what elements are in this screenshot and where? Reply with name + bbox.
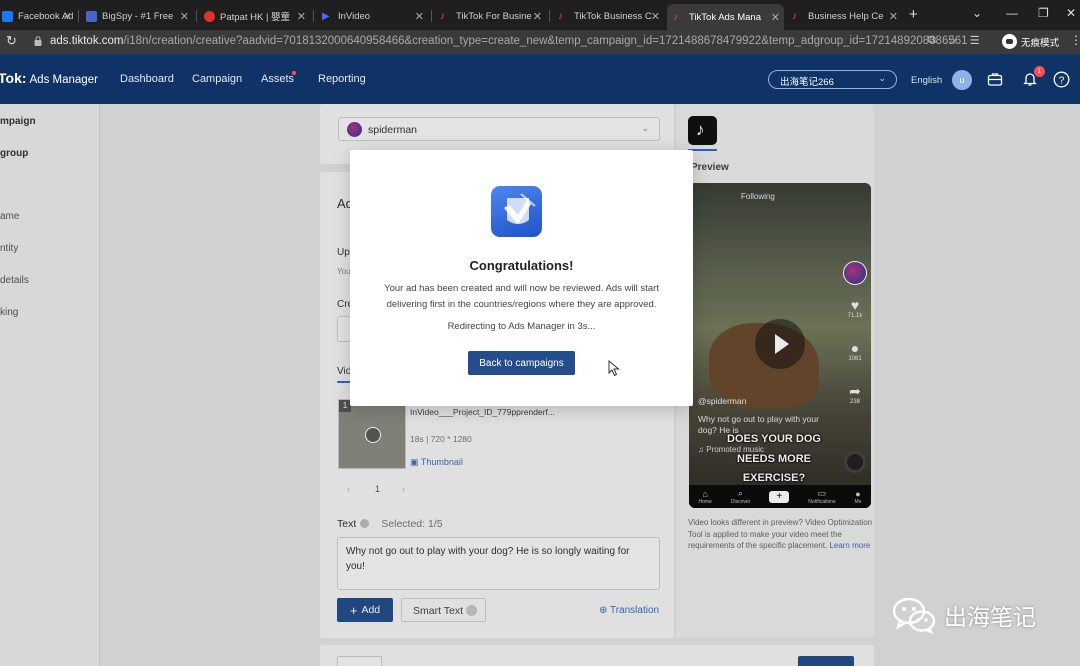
modal-title: Congratulations! — [469, 258, 574, 273]
new-tab-icon[interactable]: + — [909, 6, 918, 23]
help-icon[interactable]: ? — [1053, 71, 1070, 88]
close-icon[interactable]: ✕ — [297, 10, 306, 23]
translate-icon[interactable]: ⧉ — [928, 34, 936, 47]
tab-title: Business Help Ce — [808, 10, 884, 22]
tab-title: TikTok Business C — [574, 10, 652, 22]
nav-campaign[interactable]: Campaign — [192, 73, 242, 85]
modal-message: Your ad has been created and will now be… — [384, 283, 659, 310]
tiktok-icon: ♪ — [440, 10, 445, 22]
incognito-icon — [1002, 34, 1017, 49]
logo-subtitle: Ads Manager — [29, 74, 98, 86]
browser-tab-bar: Facebook Ad ✕ BigSpy - #1 Free ✕ Patpat … — [0, 0, 1080, 30]
tab-title: InVideo — [338, 10, 371, 22]
close-icon[interactable]: ✕ — [180, 10, 189, 23]
app-header: Tok: Ads Manager Dashboard Campaign Asset… — [0, 54, 1080, 104]
browser-tab[interactable]: Facebook Ad ✕ — [0, 5, 76, 27]
tiktok-icon: ♪ — [673, 11, 678, 23]
tab-title: Patpat HK | 嬰童 — [220, 12, 291, 23]
restore-icon[interactable]: ❐ — [1038, 6, 1049, 20]
close-icon[interactable]: ✕ — [415, 10, 424, 23]
url-host: ads.tiktok.com — [50, 35, 124, 47]
url-input[interactable]: ads.tiktok.com/i18n/creation/creative?aa… — [50, 35, 968, 47]
account-name: 出海笔记266 — [780, 77, 834, 88]
facebook-icon — [2, 10, 13, 22]
rocket-success-icon — [491, 186, 542, 237]
chevron-down-icon: ⌄ — [878, 73, 886, 83]
wechat-icon — [892, 597, 936, 634]
browser-tab[interactable]: ♪ TikTok For Busine ✕ — [434, 5, 546, 27]
tiktok-icon: ♪ — [792, 10, 797, 22]
lock-icon — [34, 36, 42, 46]
close-icon[interactable]: ✕ — [889, 10, 898, 23]
address-bar: ↻ ads.tiktok.com/i18n/creation/creative?… — [0, 30, 1080, 54]
language-switch[interactable]: English — [911, 75, 942, 86]
wechat-watermark: 出海笔记 — [892, 596, 1036, 634]
incognito-indicator[interactable]: 无痕模式 — [1002, 34, 1059, 49]
browser-tab[interactable]: Patpat HK | 嬰童 ✕ — [198, 5, 310, 27]
watermark-text: 出海笔记 — [944, 605, 1036, 631]
close-icon[interactable]: ✕ — [651, 10, 660, 23]
tab-title: TikTok For Busine — [456, 10, 532, 22]
success-modal: Congratulations! Your ad has been create… — [350, 150, 693, 406]
chevron-down-icon[interactable]: ⌄ — [972, 6, 982, 20]
more-vert-icon[interactable]: ⋮ — [1070, 33, 1080, 47]
mouse-cursor-icon — [608, 360, 620, 377]
close-icon[interactable]: ✕ — [771, 11, 780, 24]
bigspy-icon — [86, 10, 97, 22]
tab-title: TikTok Ads Mana — [689, 11, 761, 23]
briefcase-icon[interactable] — [987, 71, 1003, 87]
invideo-icon: ▶ — [322, 10, 330, 22]
assets-new-dot — [292, 71, 296, 75]
nav-reporting[interactable]: Reporting — [318, 73, 366, 85]
browser-tab[interactable]: ♪ Business Help Ce ✕ — [786, 5, 902, 27]
close-window-icon[interactable]: ✕ — [1066, 6, 1076, 20]
close-icon[interactable]: ✕ — [63, 10, 72, 23]
url-path: /i18n/creation/creative?aadvid=701813200… — [123, 35, 968, 47]
ads-manager-logo[interactable]: Tok: Ads Manager — [0, 70, 98, 86]
close-icon[interactable]: ✕ — [533, 10, 542, 23]
back-to-campaigns-button[interactable]: Back to campaigns — [468, 351, 575, 375]
redirect-countdown: Redirecting to Ads Manager in 3s... — [447, 321, 596, 332]
reading-list-icon[interactable]: ☰ — [970, 34, 980, 47]
nav-assets[interactable]: Assets — [261, 73, 294, 85]
minimize-icon[interactable]: — — [1006, 6, 1018, 20]
logo-text: Tok: — [0, 70, 27, 86]
incognito-label: 无痕模式 — [1021, 37, 1060, 49]
notification-badge: 1 — [1034, 66, 1045, 77]
star-icon[interactable]: ☆ — [948, 34, 958, 47]
nav-dashboard[interactable]: Dashboard — [120, 73, 174, 85]
browser-tab[interactable]: ▶ InVideo ✕ — [316, 5, 428, 27]
account-select[interactable]: 出海笔记266 ⌄ — [768, 70, 897, 89]
tab-title: BigSpy - #1 Free — [102, 10, 174, 22]
browser-tab-active[interactable]: ♪ TikTok Ads Mana ✕ — [667, 4, 784, 30]
patpat-icon — [204, 10, 215, 22]
svg-text:?: ? — [1059, 75, 1065, 86]
browser-tab[interactable]: BigSpy - #1 Free ✕ — [80, 5, 193, 27]
reload-icon[interactable]: ↻ — [6, 33, 17, 49]
browser-tab[interactable]: ♪ TikTok Business C ✕ — [552, 5, 664, 27]
avatar[interactable]: u — [952, 70, 972, 90]
tiktok-icon: ♪ — [558, 10, 563, 22]
